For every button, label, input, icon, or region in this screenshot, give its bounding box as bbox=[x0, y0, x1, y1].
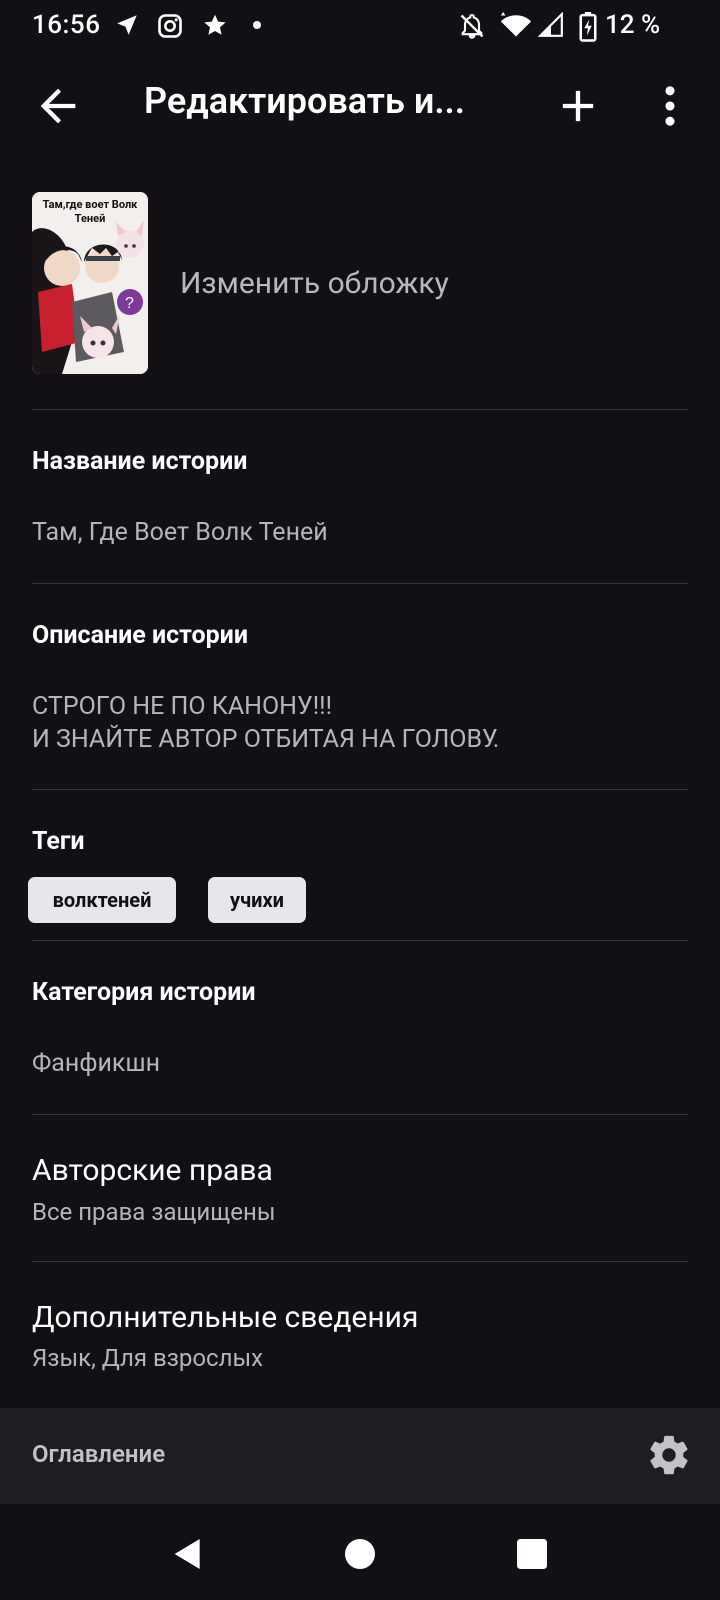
table-of-contents-label: Оглавление bbox=[32, 1440, 166, 1468]
signal-icon bbox=[538, 12, 563, 37]
table-of-contents-bar[interactable]: Оглавление bbox=[0, 1408, 720, 1504]
description-label: Описание истории bbox=[32, 621, 249, 650]
wifi-icon bbox=[500, 12, 532, 37]
tags-label: Теги bbox=[32, 827, 85, 856]
category-value[interactable]: Фанфикшн bbox=[32, 1047, 160, 1080]
story-title-label: Название истории bbox=[32, 447, 248, 476]
copyright-label[interactable]: Авторские права bbox=[32, 1153, 273, 1188]
status-bar: 16:56 12 % bbox=[0, 0, 720, 56]
battery-percentage: 12 % bbox=[605, 10, 661, 40]
description-line-2[interactable]: И ЗНАЙТЕ АВТОР ОТБИТАЯ НА ГОЛОВУ. bbox=[32, 723, 499, 756]
story-title-field[interactable]: Там, Где Воет Волк Теней bbox=[32, 516, 328, 549]
divider bbox=[32, 409, 688, 410]
star-icon bbox=[204, 14, 226, 35]
cover-caption: Там,где воет Волк Теней bbox=[42, 198, 138, 225]
tag-chip[interactable]: учихи bbox=[208, 877, 306, 923]
divider bbox=[32, 940, 688, 941]
nav-recents-icon[interactable] bbox=[512, 1534, 552, 1574]
copyright-value: Все права защищены bbox=[32, 1198, 276, 1226]
additional-info-value: Язык, Для взрослых bbox=[32, 1344, 264, 1372]
more-options-icon[interactable] bbox=[644, 80, 696, 132]
additional-info-label[interactable]: Дополнительные сведения bbox=[32, 1300, 418, 1335]
page-title: Редактировать и... bbox=[144, 80, 466, 122]
divider bbox=[32, 1261, 688, 1262]
instagram-icon bbox=[158, 14, 182, 38]
navigation-icon bbox=[117, 15, 137, 35]
system-navigation-bar bbox=[0, 1504, 720, 1600]
add-icon[interactable] bbox=[552, 80, 604, 132]
nav-home-icon[interactable] bbox=[340, 1534, 380, 1574]
divider bbox=[32, 583, 688, 584]
cover-image[interactable]: ? Там,где воет Волк Теней bbox=[32, 192, 148, 374]
svg-text:?: ? bbox=[125, 295, 134, 312]
description-line-1[interactable]: СТРОГО НЕ ПО КАНОНУ!!! bbox=[32, 690, 332, 723]
tag-chip[interactable]: волктеней bbox=[28, 877, 176, 923]
back-arrow-icon[interactable] bbox=[32, 80, 84, 132]
change-cover-link[interactable]: Изменить обложку bbox=[180, 266, 449, 301]
nav-back-icon[interactable] bbox=[168, 1534, 208, 1574]
gear-icon[interactable] bbox=[646, 1432, 692, 1478]
divider bbox=[32, 789, 688, 790]
battery-charging-icon bbox=[579, 12, 597, 42]
dot-icon bbox=[253, 21, 261, 29]
notifications-off-icon bbox=[460, 13, 484, 39]
status-time: 16:56 bbox=[32, 10, 101, 40]
divider bbox=[32, 1114, 688, 1115]
category-label: Категория истории bbox=[32, 978, 256, 1007]
app-toolbar: Редактировать и... bbox=[0, 56, 720, 156]
